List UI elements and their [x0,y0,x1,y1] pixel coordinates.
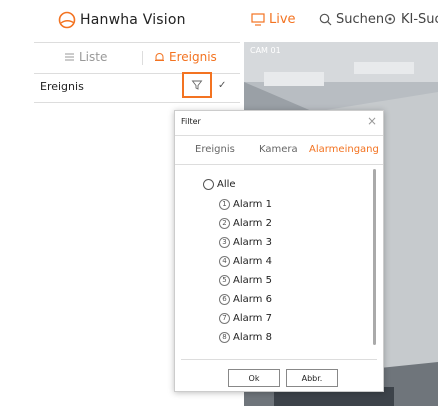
nav-search-label: Suchen [336,12,385,27]
tab-event[interactable]: Ereignis [154,50,217,64]
search-icon [319,13,332,26]
number-badge: 2 [219,218,230,229]
alarm-label: Alarm 1 [233,199,272,210]
number-badge: 1 [219,199,230,210]
nav-live[interactable]: Live [251,12,296,27]
nav-search[interactable]: Suchen [319,12,384,27]
bell-icon [155,52,164,61]
filter-icon [191,80,203,90]
list-item[interactable]: 7 Alarm 7 [219,313,272,324]
tab-list[interactable]: Liste [64,50,107,64]
filter-tabs: Ereignis Kamera Alarmeingang [175,135,383,165]
list-item[interactable]: 6 Alarm 6 [219,294,272,305]
number-badge: 7 [219,313,230,324]
scrollbar[interactable] [373,169,376,345]
list-item[interactable]: 8 Alarm 8 [219,332,272,343]
nav-ai-search[interactable]: KI-Suc [384,12,438,27]
list-item[interactable]: 3 Alarm 3 [219,237,272,248]
ok-button[interactable]: Ok [228,369,280,387]
number-badge: 5 [219,275,230,286]
alarm-label: Alarm 6 [233,294,272,305]
alarm-label: Alarm 5 [233,275,272,286]
filter-button[interactable] [182,72,212,98]
brand-name: Hanwha Vision [80,12,186,28]
monitor-icon [251,13,265,26]
list-item[interactable]: 5 Alarm 5 [219,275,272,286]
list-item[interactable]: 1 Alarm 1 [219,199,272,210]
close-icon[interactable]: × [367,114,377,128]
tab-event-label: Ereignis [169,50,217,64]
number-badge: 3 [219,237,230,248]
alarm-label: Alarm 3 [233,237,272,248]
event-label: Ereignis [40,80,84,93]
brand-logo: Hanwha Vision [58,11,186,29]
top-bar: Hanwha Vision Live Suchen KI-Suc [22,0,438,42]
alarm-list: Alle 1 Alarm 1 2 Alarm 2 3 Alarm 3 4 Ala… [175,163,383,359]
cancel-button[interactable]: Abbr. [286,369,338,387]
nav-ai-search-label: KI-Suc [401,12,438,27]
popup-title: Filter [181,117,201,126]
chevron-down-icon[interactable]: ✓ [218,80,226,91]
tab-camera[interactable]: Kamera [259,144,298,155]
list-icon [65,53,74,61]
list-item[interactable]: 4 Alarm 4 [219,256,272,267]
sidebar-tabs: Liste Ereignis [34,42,240,74]
all-option[interactable]: Alle [203,179,236,190]
all-label: Alle [217,179,236,190]
camera-label: CAM 01 [250,46,281,55]
number-badge: 4 [219,256,230,267]
tab-alarm-input[interactable]: Alarmeingang [309,144,379,155]
app-frame: Hanwha Vision Live Suchen KI-Suc Liste E… [22,0,438,406]
number-badge: 8 [219,332,230,343]
nav-live-label: Live [269,12,296,27]
tab-list-label: Liste [79,50,108,64]
alarm-label: Alarm 8 [233,332,272,343]
event-filter-row: Ereignis ✓ [34,72,240,103]
alarm-label: Alarm 2 [233,218,272,229]
radio-icon [203,179,214,190]
number-badge: 6 [219,294,230,305]
hanwha-logo-icon [58,11,76,29]
alarm-label: Alarm 4 [233,256,272,267]
list-item[interactable]: 2 Alarm 2 [219,218,272,229]
divider [181,359,377,360]
filter-popup: Filter × Ereignis Kamera Alarmeingang Al… [174,110,384,392]
tab-divider [142,51,143,65]
ai-search-icon [384,13,396,25]
alarm-label: Alarm 7 [233,313,272,324]
tab-events[interactable]: Ereignis [195,144,235,155]
